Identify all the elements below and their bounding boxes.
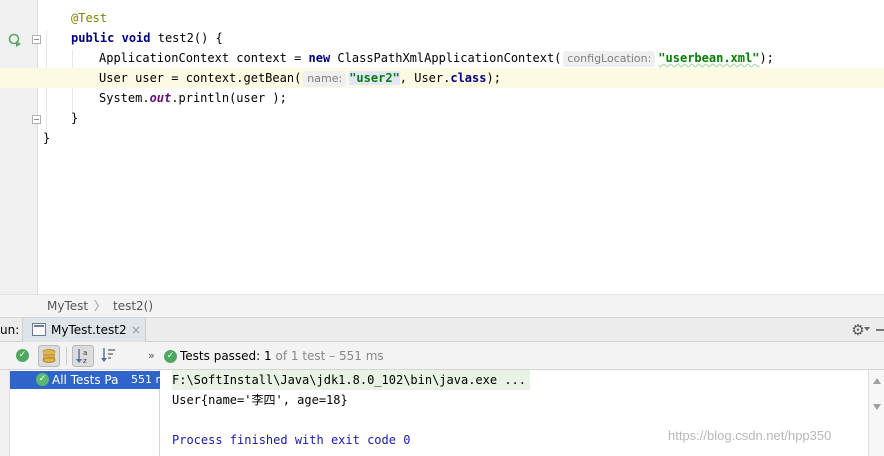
tree-item-label: All Tests Pa — [52, 373, 119, 387]
console-output-line: User{name='李四', age=18} — [172, 393, 348, 407]
breadcrumb-item-method[interactable]: test2() — [113, 295, 153, 318]
code-text: ); — [486, 71, 501, 85]
svg-text:z: z — [83, 357, 87, 365]
test-toolbar: ✓ a z » ✓ Tests passed: 1 of 1 test – 55… — [0, 342, 884, 370]
code-text: , User. — [399, 71, 451, 85]
code-line-2: public void test2() { — [0, 28, 884, 48]
check-icon: ✓ — [16, 349, 29, 362]
statement-getbean: User user = context.getBean(name: "user2"… — [99, 68, 501, 88]
method-name: test2() { — [150, 31, 223, 45]
chevron-right-icon[interactable]: » — [148, 342, 155, 370]
code-text: User user = context.getBean( — [99, 71, 302, 85]
show-passed-button[interactable]: ✓ — [12, 345, 34, 367]
code-text: ClassPathXmlApplicationContext( — [330, 51, 562, 65]
code-line-6: } — [0, 108, 884, 128]
closing-brace: } — [43, 131, 51, 145]
code-text: ); — [759, 51, 774, 65]
code-line-4-current: User user = context.getBean(name: "user2"… — [0, 68, 884, 88]
toolbar-separator — [66, 347, 67, 365]
status-prefix: Tests passed: — [180, 349, 265, 363]
breadcrumb: MyTest 〉 test2() — [0, 294, 884, 318]
chevron-down-icon[interactable] — [864, 327, 870, 331]
code-line-3: ApplicationContext context = new ClassPa… — [0, 48, 884, 68]
sort-alphabetically-button[interactable]: a z — [72, 345, 94, 367]
code-editor[interactable]: @Test public void test2() { ApplicationC… — [0, 0, 884, 294]
annotation-test: @Test — [71, 11, 108, 25]
keyword: class — [450, 71, 487, 85]
test-tree[interactable]: ✓ All Tests Pa 551 ms — [0, 370, 172, 456]
svg-text:a: a — [83, 349, 87, 357]
watermark: https://blog.csdn.net/hpp350 — [668, 428, 832, 443]
param-hint-configlocation: configLocation: — [563, 51, 656, 67]
tab-mytest-test2[interactable]: MyTest.test2 × — [22, 318, 146, 342]
run-tool-window-header: un: MyTest.test2 × ⚙ — [0, 318, 884, 342]
static-field: out — [149, 91, 172, 105]
scroll-down-icon[interactable] — [873, 404, 881, 410]
code-text: ApplicationContext context = — [99, 51, 309, 65]
method-signature: public void test2() { — [71, 28, 223, 48]
check-icon: ✓ — [36, 373, 49, 386]
check-icon: ✓ — [164, 350, 177, 363]
console-side-toolbar[interactable] — [868, 370, 884, 456]
sort-duration-icon — [101, 348, 115, 362]
string-literal: "userbean.xml" — [658, 51, 760, 65]
run-config-icon — [32, 323, 46, 336]
code-line-1: @Test — [0, 8, 884, 28]
status-count: 1 — [264, 349, 272, 363]
sort-alpha-icon: a z — [76, 349, 87, 365]
string-literal: "user2" — [349, 71, 400, 85]
code-text: .println(user ); — [171, 91, 287, 105]
minimize-icon[interactable] — [876, 329, 884, 331]
closing-brace: } — [71, 111, 79, 125]
code-text: System. — [99, 91, 150, 105]
tests-passed-status: Tests passed: 1 of 1 test – 551 ms — [180, 342, 384, 370]
scroll-up-icon[interactable] — [873, 378, 881, 384]
tree-gutter — [0, 370, 10, 456]
tree-item-all-tests[interactable]: ✓ All Tests Pa 551 ms — [10, 371, 172, 389]
console-output[interactable]: F:\SoftInstall\Java\jdk1.8.0_102\bin\jav… — [161, 370, 868, 456]
breadcrumb-item-class[interactable]: MyTest — [47, 295, 88, 318]
keyword: public — [71, 31, 115, 45]
keyword: void — [121, 31, 151, 45]
sort-by-duration-button[interactable] — [98, 345, 120, 367]
param-hint-name: name: — [303, 71, 347, 87]
run-label: un: — [0, 323, 20, 337]
close-icon[interactable]: × — [131, 318, 141, 342]
tab-label: MyTest.test2 — [51, 323, 127, 337]
breadcrumb-separator: 〉 — [94, 299, 107, 313]
console-command-line[interactable]: F:\SoftInstall\Java\jdk1.8.0_102\bin\jav… — [172, 370, 531, 390]
code-line-5: System.out.println(user ); — [0, 88, 884, 108]
status-suffix: of 1 test – 551 ms — [271, 349, 384, 363]
show-ignored-button[interactable] — [38, 345, 60, 367]
keyword: new — [308, 51, 331, 65]
code-line-7: } — [0, 128, 884, 148]
console-exit-line: Process finished with exit code 0 — [172, 433, 411, 447]
statement-context: ApplicationContext context = new ClassPa… — [99, 48, 774, 68]
statement-println: System.out.println(user ); — [99, 88, 287, 108]
stop-icon — [42, 349, 56, 363]
